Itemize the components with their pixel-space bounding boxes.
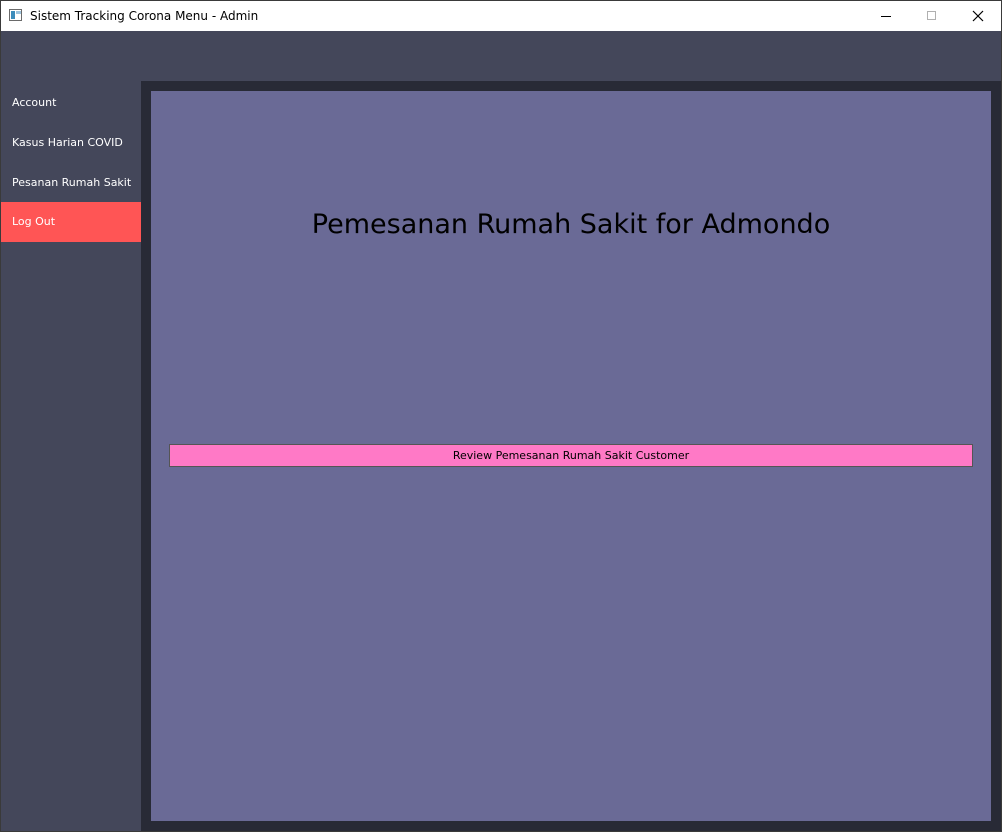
- content-panel: Pemesanan Rumah Sakit for Admondo Review…: [151, 91, 991, 821]
- title-bar[interactable]: Sistem Tracking Corona Menu - Admin: [1, 1, 1001, 31]
- window-title: Sistem Tracking Corona Menu - Admin: [30, 9, 259, 23]
- content-frame: Pemesanan Rumah Sakit for Admondo Review…: [141, 81, 1001, 831]
- minimize-icon: [881, 16, 891, 17]
- app-window: Sistem Tracking Corona Menu - Admin Acco…: [0, 0, 1002, 832]
- close-button[interactable]: [955, 1, 1001, 31]
- sidebar-item-pesanan-rumah-sakit[interactable]: Pesanan Rumah Sakit: [1, 163, 141, 203]
- app-icon: [9, 9, 22, 21]
- review-pemesanan-button[interactable]: Review Pemesanan Rumah Sakit Customer: [169, 444, 973, 467]
- maximize-button[interactable]: [909, 1, 955, 31]
- sidebar-item-kasus-harian-covid[interactable]: Kasus Harian COVID: [1, 123, 141, 163]
- sidebar-item-log-out[interactable]: Log Out: [1, 202, 141, 242]
- sidebar-item-account[interactable]: Account: [1, 83, 141, 123]
- sidebar: Account Kasus Harian COVID Pesanan Rumah…: [1, 81, 141, 831]
- maximize-icon: [927, 11, 936, 20]
- page-title: Pemesanan Rumah Sakit for Admondo: [311, 209, 831, 240]
- minimize-button[interactable]: [863, 1, 909, 31]
- top-band: [1, 31, 1001, 81]
- close-icon: [972, 10, 984, 22]
